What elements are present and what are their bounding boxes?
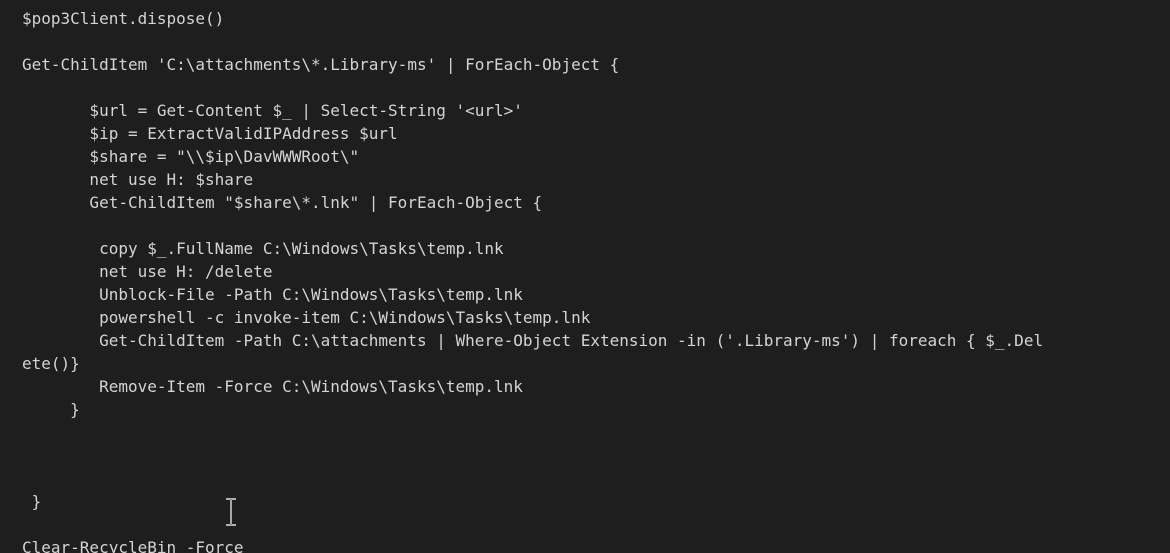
code-line: $pop3Client.dispose() bbox=[22, 9, 225, 28]
code-line: Remove-Item -Force C:\Windows\Tasks\temp… bbox=[22, 377, 523, 396]
code-line: $share = "\\$ip\DavWWWRoot\" bbox=[22, 147, 360, 166]
code-line: Get-ChildItem "$share\*.lnk" | ForEach-O… bbox=[22, 193, 543, 212]
code-line: net use H: $share bbox=[22, 170, 254, 189]
code-line: $url = Get-Content $_ | Select-String '<… bbox=[22, 101, 523, 120]
code-line: Clear-RecycleBin -Force bbox=[22, 538, 244, 553]
code-line: $ip = ExtractValidIPAddress $url bbox=[22, 124, 398, 143]
code-line: } bbox=[22, 400, 80, 419]
text-cursor-icon bbox=[226, 498, 236, 526]
code-line: ete()} bbox=[22, 354, 80, 373]
code-line: Unblock-File -Path C:\Windows\Tasks\temp… bbox=[22, 285, 523, 304]
code-line: Get-ChildItem 'C:\attachments\*.Library-… bbox=[22, 55, 620, 74]
code-output: $pop3Client.dispose() Get-ChildItem 'C:\a… bbox=[22, 7, 1043, 553]
code-line: } bbox=[22, 492, 42, 511]
code-line: net use H: /delete bbox=[22, 262, 273, 281]
code-line: copy $_.FullName C:\Windows\Tasks\temp.l… bbox=[22, 239, 504, 258]
code-line: powershell -c invoke-item C:\Windows\Tas… bbox=[22, 308, 591, 327]
code-line: Get-ChildItem -Path C:\attachments | Whe… bbox=[22, 331, 1044, 350]
terminal-window[interactable]: $pop3Client.dispose() Get-ChildItem 'C:\a… bbox=[0, 0, 1170, 553]
